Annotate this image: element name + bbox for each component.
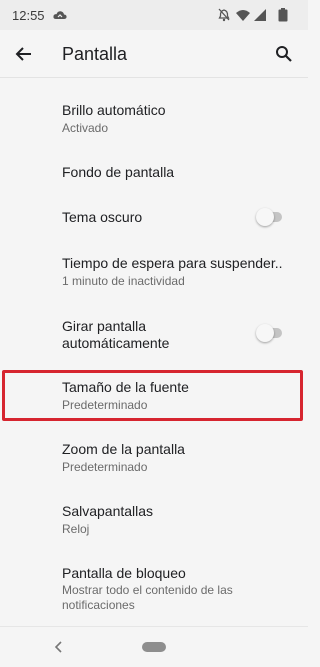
setting-title: Pantalla de bloqueo bbox=[62, 565, 186, 581]
setting-title: Brillo automático bbox=[62, 102, 166, 118]
setting-pantalla-de-bloqueo[interactable]: Pantalla de bloqueo Mostrar todo el cont… bbox=[0, 558, 308, 620]
status-time: 12:55 bbox=[12, 8, 45, 23]
tema-oscuro-toggle[interactable] bbox=[256, 208, 284, 226]
cloud-icon bbox=[53, 11, 67, 19]
settings-list: Brillo automático Activado Fondo de pant… bbox=[0, 80, 308, 626]
setting-tema-oscuro[interactable]: Tema oscuro bbox=[0, 200, 308, 236]
wifi-icon bbox=[236, 10, 250, 21]
search-button[interactable] bbox=[270, 40, 298, 68]
status-bar: 12:55 bbox=[0, 0, 308, 30]
setting-brillo-automatico[interactable]: Brillo automático Activado bbox=[0, 94, 308, 140]
notifications-off-icon bbox=[218, 8, 230, 22]
setting-fondo-de-pantalla[interactable]: Fondo de pantalla bbox=[0, 154, 308, 190]
setting-title: Girar pantalla bbox=[62, 318, 147, 334]
status-icons bbox=[218, 8, 288, 22]
setting-tiempo-de-espera[interactable]: Tiempo de espera para suspender.. 1 minu… bbox=[0, 247, 308, 293]
setting-summary: 1 minuto de inactividad bbox=[62, 274, 185, 288]
girar-pantalla-toggle[interactable] bbox=[256, 324, 284, 342]
setting-summary: Reloj bbox=[62, 522, 90, 536]
setting-summary: Mostrar todo el contenido de las bbox=[62, 583, 233, 597]
search-icon bbox=[276, 46, 292, 62]
signal-icon bbox=[254, 9, 266, 21]
setting-summary: Predeterminado bbox=[62, 460, 148, 474]
navigation-bar bbox=[0, 626, 308, 667]
battery-icon bbox=[278, 8, 288, 22]
setting-title: Fondo de pantalla bbox=[62, 164, 175, 180]
nav-home-pill[interactable] bbox=[142, 642, 166, 652]
setting-title-line2: automáticamente bbox=[62, 335, 170, 351]
setting-title: Salvapantallas bbox=[62, 503, 154, 519]
page-title: Pantalla bbox=[62, 44, 128, 64]
setting-zoom-de-la-pantalla[interactable]: Zoom de la pantalla Predeterminado bbox=[0, 434, 308, 480]
setting-salvapantallas[interactable]: Salvapantallas Reloj bbox=[0, 496, 308, 542]
setting-summary-line2: notificaciones bbox=[62, 598, 135, 612]
setting-title: Tiempo de espera para suspender.. bbox=[62, 255, 283, 271]
toggle-thumb bbox=[256, 208, 274, 226]
toggle-thumb bbox=[256, 324, 274, 342]
arrow-back-icon bbox=[15, 47, 31, 61]
setting-girar-pantalla[interactable]: Girar pantalla automáticamente bbox=[0, 310, 308, 356]
nav-back-icon[interactable] bbox=[52, 639, 66, 655]
back-button[interactable] bbox=[10, 40, 38, 68]
setting-summary: Activado bbox=[62, 121, 109, 135]
setting-title: Tema oscuro bbox=[62, 209, 143, 225]
highlight-box bbox=[2, 370, 303, 421]
setting-title: Zoom de la pantalla bbox=[62, 441, 185, 457]
app-bar: Pantalla bbox=[0, 30, 308, 78]
